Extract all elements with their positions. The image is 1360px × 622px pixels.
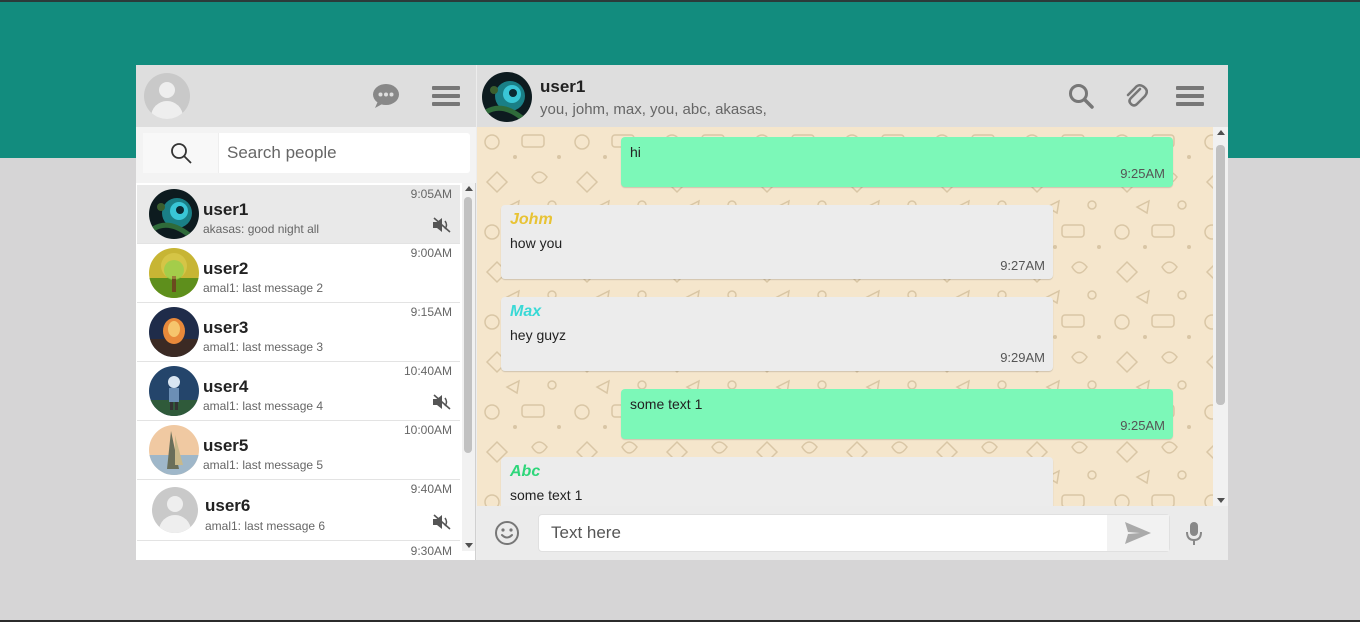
contact-list-scrollbar[interactable] [462, 183, 475, 551]
chat-panel: user1 you, johm, max, you, abc, akasas, [477, 65, 1228, 560]
contact-name: user4 [203, 377, 249, 396]
microphone-icon [1186, 522, 1202, 545]
contact-avatar [152, 487, 198, 533]
muted-icon [432, 394, 452, 414]
contact-name: user5 [203, 436, 249, 455]
contact-time: 10:40AM [403, 364, 452, 378]
scrollbar-thumb[interactable] [464, 197, 472, 453]
message-bubble-incoming[interactable]: Max hey guyz 9:29AM [501, 297, 1053, 371]
microphone-button[interactable] [1179, 519, 1209, 547]
message-sender: Max [510, 303, 542, 320]
scroll-up-arrow[interactable] [1217, 130, 1225, 135]
contact-last-message: amal1: last message 4 [203, 399, 324, 413]
muted-icon [432, 217, 452, 237]
sidebar-header [136, 65, 476, 127]
chat-members: you, johm, max, you, abc, akasas, [540, 101, 767, 118]
search-button[interactable] [143, 133, 219, 173]
message-input[interactable] [551, 515, 1101, 551]
contact-last-message: amal1: last message 3 [203, 340, 324, 354]
my-avatar[interactable] [144, 73, 190, 119]
message-text: hi [630, 144, 641, 160]
scrollbar-thumb[interactable] [1216, 145, 1225, 405]
contact-last-message: akasas: good night all [203, 222, 320, 236]
hamburger-menu-icon [432, 86, 460, 106]
message-bubble-outgoing[interactable]: some text 1 9:25AM [621, 389, 1173, 439]
scroll-up-arrow[interactable] [465, 186, 473, 191]
contact-name: user2 [203, 259, 249, 278]
contact-name: user3 [203, 318, 249, 337]
message-time: 9:25AM [1120, 418, 1165, 433]
message-area-scrollbar[interactable] [1213, 127, 1228, 506]
contact-time: 9:05AM [410, 187, 452, 201]
contact-last-message: amal1: last message 2 [203, 281, 324, 295]
contact-item-user4[interactable]: user4 amal1: last message 4 10:40AM [137, 362, 460, 421]
contact-avatar [149, 248, 199, 298]
search-icon [1069, 84, 1094, 109]
search-box [143, 133, 470, 173]
chat-search-button[interactable] [1065, 80, 1097, 112]
message-text: how you [510, 235, 563, 251]
contact-time: 9:15AM [410, 305, 452, 319]
message-bubble-incoming[interactable]: Johm how you 9:27AM [501, 205, 1053, 279]
message-sender: Johm [510, 211, 553, 228]
search-icon [170, 143, 192, 164]
chat-menu-button[interactable] [1173, 81, 1207, 111]
contact-avatar [149, 189, 199, 239]
message-time: 9:29AM [1000, 350, 1045, 365]
contact-avatar [149, 366, 199, 416]
contact-avatar [149, 307, 199, 357]
sidebar-menu-button[interactable] [428, 81, 464, 111]
message-text: hey guyz [510, 327, 567, 343]
attach-button[interactable] [1121, 80, 1151, 112]
contact-item-user2[interactable]: user2 amal1: last message 2 9:00AM [137, 244, 460, 303]
message-input-box [538, 514, 1170, 552]
contact-list: user1 akasas: good night all 9:05AM user… [136, 183, 476, 560]
contact-time: 9:30AM [410, 544, 452, 558]
contact-avatar [149, 425, 199, 475]
contact-name: user6 [205, 496, 251, 515]
message-composer [477, 506, 1228, 560]
emoji-button[interactable] [493, 519, 521, 547]
search-input[interactable] [227, 133, 467, 173]
send-button[interactable] [1107, 515, 1169, 551]
contact-item-partial[interactable]: 9:30AM [137, 542, 460, 560]
message-text: some text 1 [510, 487, 583, 503]
message-bubble-incoming[interactable]: Abc some text 1 [501, 457, 1053, 506]
contact-item-user6[interactable]: user6 amal1: last message 6 9:40AM [137, 480, 460, 541]
message-bubble-outgoing[interactable]: hi 9:25AM [621, 137, 1173, 187]
scroll-down-arrow[interactable] [1217, 498, 1225, 503]
contact-time: 9:00AM [410, 246, 452, 260]
contact-item-user1[interactable]: user1 akasas: good night all 9:05AM [137, 185, 460, 244]
contact-last-message: amal1: last message 5 [203, 458, 324, 472]
chat-avatar[interactable] [482, 72, 532, 122]
chat-header: user1 you, johm, max, you, abc, akasas, [477, 65, 1228, 127]
chat-title: user1 [540, 77, 586, 96]
emoji-icon [495, 521, 519, 545]
send-icon [1125, 522, 1151, 544]
message-time: 9:25AM [1120, 166, 1165, 181]
paperclip-icon [1126, 84, 1148, 107]
sidebar: user1 akasas: good night all 9:05AM [136, 65, 476, 560]
muted-icon [432, 514, 452, 534]
chat-bubble-icon [373, 84, 399, 108]
message-sender: Abc [510, 463, 541, 480]
contact-item-user5[interactable]: user5 amal1: last message 5 10:00AM [137, 421, 460, 480]
contact-last-message: amal1: last message 6 [205, 519, 326, 533]
new-chat-button[interactable] [368, 81, 404, 111]
contact-item-user3[interactable]: user3 amal1: last message 3 9:15AM [137, 303, 460, 362]
search-row [136, 127, 476, 183]
chat-app: user1 akasas: good night all 9:05AM [136, 65, 1228, 560]
message-area: hi 9:25AM Johm how you 9:27AM Max hey gu… [477, 127, 1213, 506]
contact-name: user1 [203, 200, 249, 219]
contact-time: 9:40AM [410, 482, 452, 496]
contact-time: 10:00AM [403, 423, 452, 437]
scroll-down-arrow[interactable] [465, 543, 473, 548]
message-text: some text 1 [630, 396, 703, 412]
hamburger-menu-icon [1176, 86, 1204, 106]
message-time: 9:27AM [1000, 258, 1045, 273]
